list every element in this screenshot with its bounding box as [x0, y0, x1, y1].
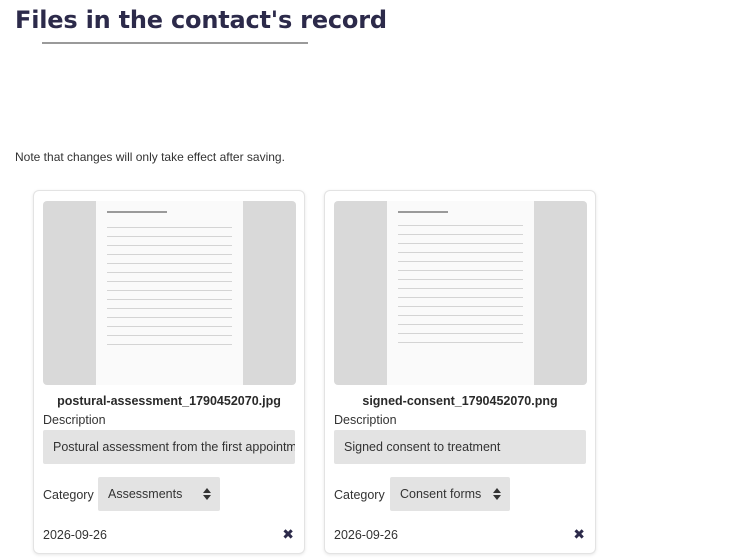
description-label: Description: [43, 413, 106, 427]
category-value: Assessments: [108, 487, 183, 501]
file-card: signed-consent_1790452070.png Descriptio…: [324, 190, 596, 554]
sort-arrows-icon: [493, 486, 501, 502]
file-thumbnail[interactable]: [334, 201, 587, 385]
category-value: Consent forms: [400, 487, 482, 501]
file-card: postural-assessment_1790452070.jpg Descr…: [33, 190, 305, 554]
description-label: Description: [334, 413, 397, 427]
description-input[interactable]: Signed consent to treatment: [334, 430, 586, 464]
file-name: signed-consent_1790452070.png: [362, 394, 558, 408]
description-input[interactable]: Postural assessment from the first appoi…: [43, 430, 295, 464]
file-date: 2026-09-26: [43, 528, 107, 542]
close-icon[interactable]: ✖: [573, 527, 585, 543]
sort-arrows-icon: [203, 486, 211, 502]
category-label: Category: [43, 488, 94, 502]
category-label: Category: [334, 488, 385, 502]
file-date: 2026-09-26: [334, 528, 398, 542]
file-thumbnail[interactable]: [43, 201, 296, 385]
file-name: postural-assessment_1790452070.jpg: [57, 394, 281, 408]
save-note: Note that changes will only take effect …: [15, 150, 285, 164]
close-icon[interactable]: ✖: [282, 527, 294, 543]
title-underline: [42, 42, 308, 44]
page-title: Files in the contact's record: [15, 6, 387, 34]
document-preview: [96, 201, 243, 385]
category-select[interactable]: Assessments: [98, 477, 220, 511]
document-preview: [387, 201, 534, 385]
category-select[interactable]: Consent forms: [390, 477, 510, 511]
